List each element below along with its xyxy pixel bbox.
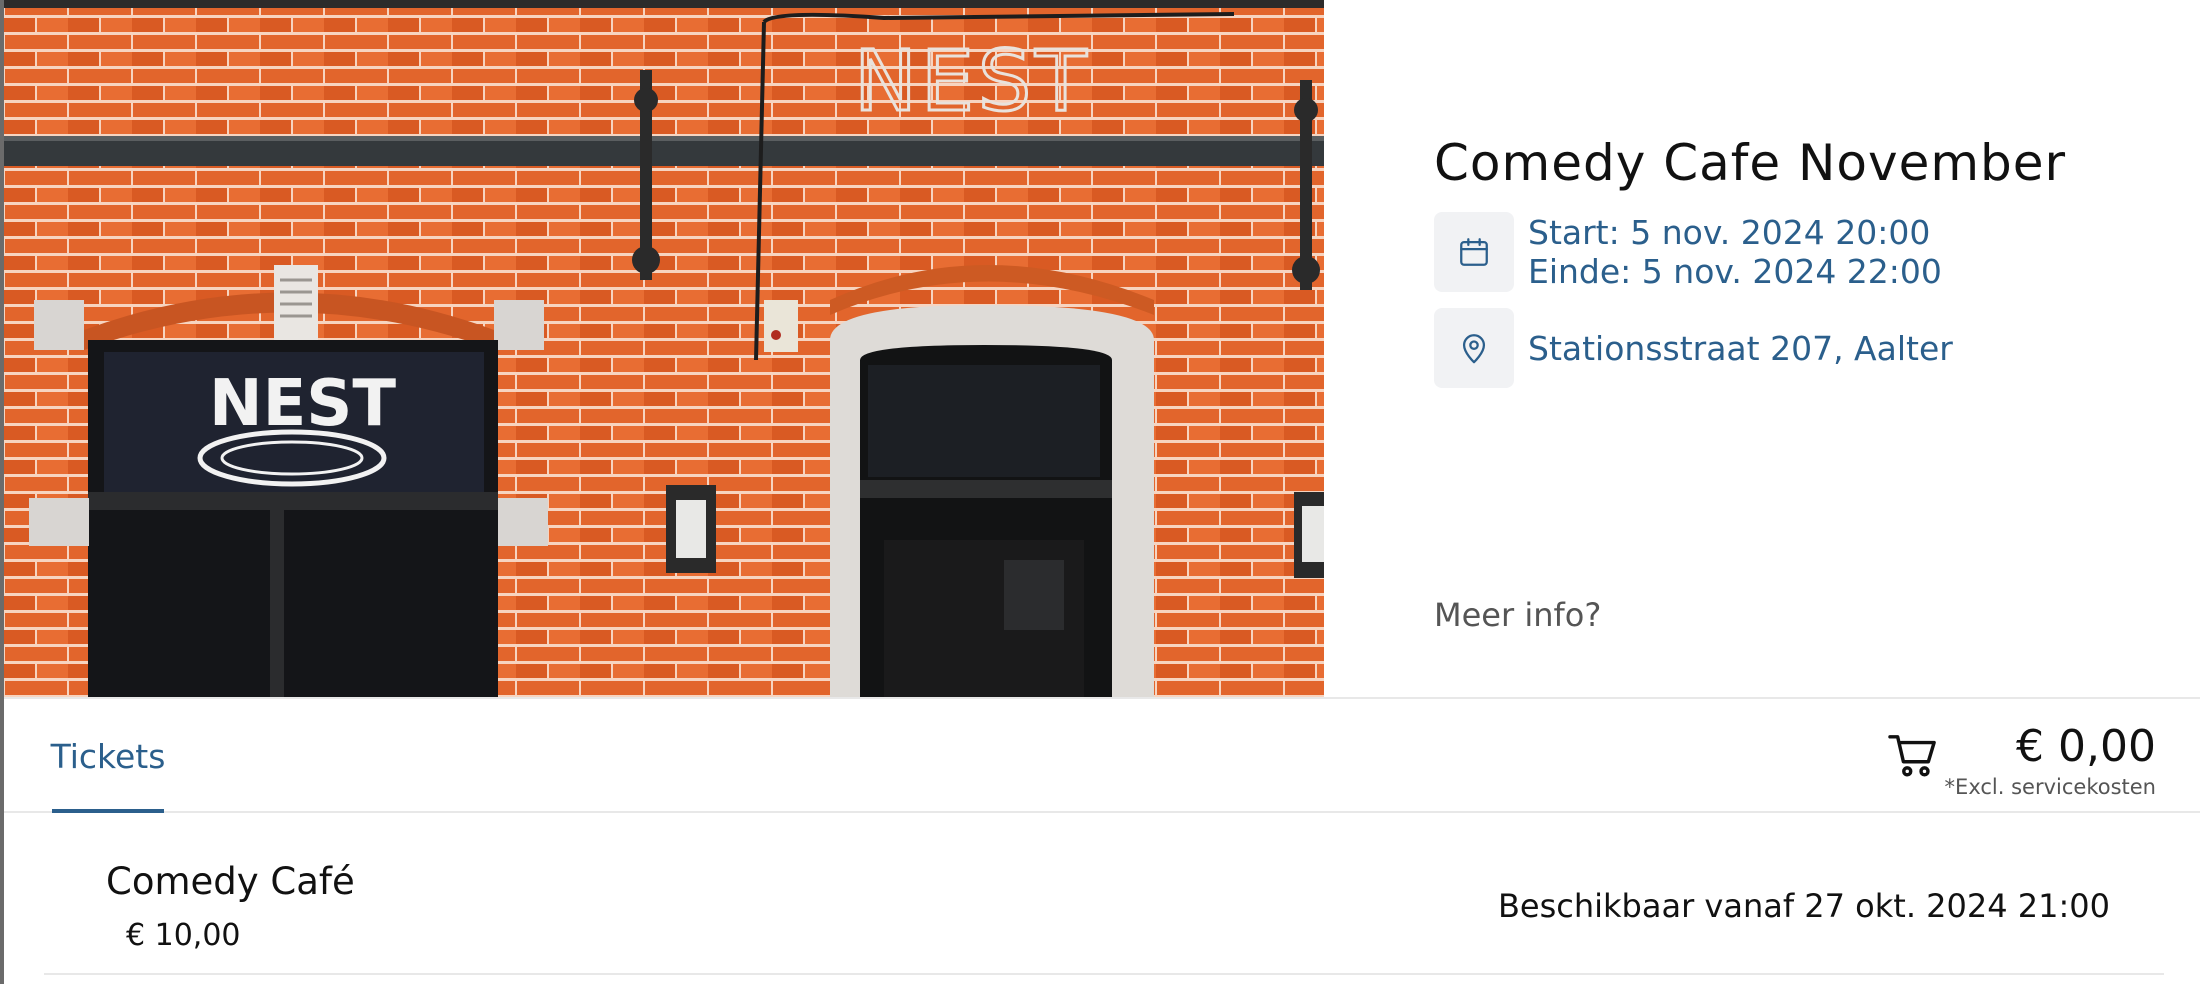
event-title: Comedy Cafe November [1434,134,2067,192]
more-info-link[interactable]: Meer info? [1434,596,1601,634]
tab-tickets[interactable]: Tickets [51,699,165,813]
ticket-availability: Beschikbaar vanaf 27 okt. 2024 21:00 [1497,887,2110,925]
tab-bar: Tickets € 0,00 *Excl. servicekosten [4,697,2200,813]
cart-total: € 0,00 [2016,721,2156,772]
event-location[interactable]: Stationsstraat 207, Aalter [1528,329,1953,368]
event-image: NEST NEST [4,0,1324,697]
event-dates: Start: 5 nov. 2024 20:00 Einde: 5 nov. 2… [1528,213,1942,291]
ticket-row: Comedy Café € 10,00 Beschikbaar vanaf 27… [44,815,2164,975]
event-location-row[interactable]: Stationsstraat 207, Aalter [1434,308,1953,388]
cart-icon[interactable] [1888,733,1938,783]
map-pin-icon [1434,308,1514,388]
event-start: Start: 5 nov. 2024 20:00 [1528,213,1931,252]
cart-service-note: *Excl. servicekosten [1944,775,2156,799]
event-end: Einde: 5 nov. 2024 22:00 [1528,252,1942,291]
ticket-name: Comedy Café [106,860,355,903]
event-date-row: Start: 5 nov. 2024 20:00 Einde: 5 nov. 2… [1434,212,1942,292]
ticket-price: € 10,00 [126,918,241,953]
calendar-icon [1434,212,1514,292]
neon-sign-text: NEST [854,32,1091,130]
event-info-panel: Comedy Cafe November Start: 5 nov. 2024 … [1434,0,2174,697]
